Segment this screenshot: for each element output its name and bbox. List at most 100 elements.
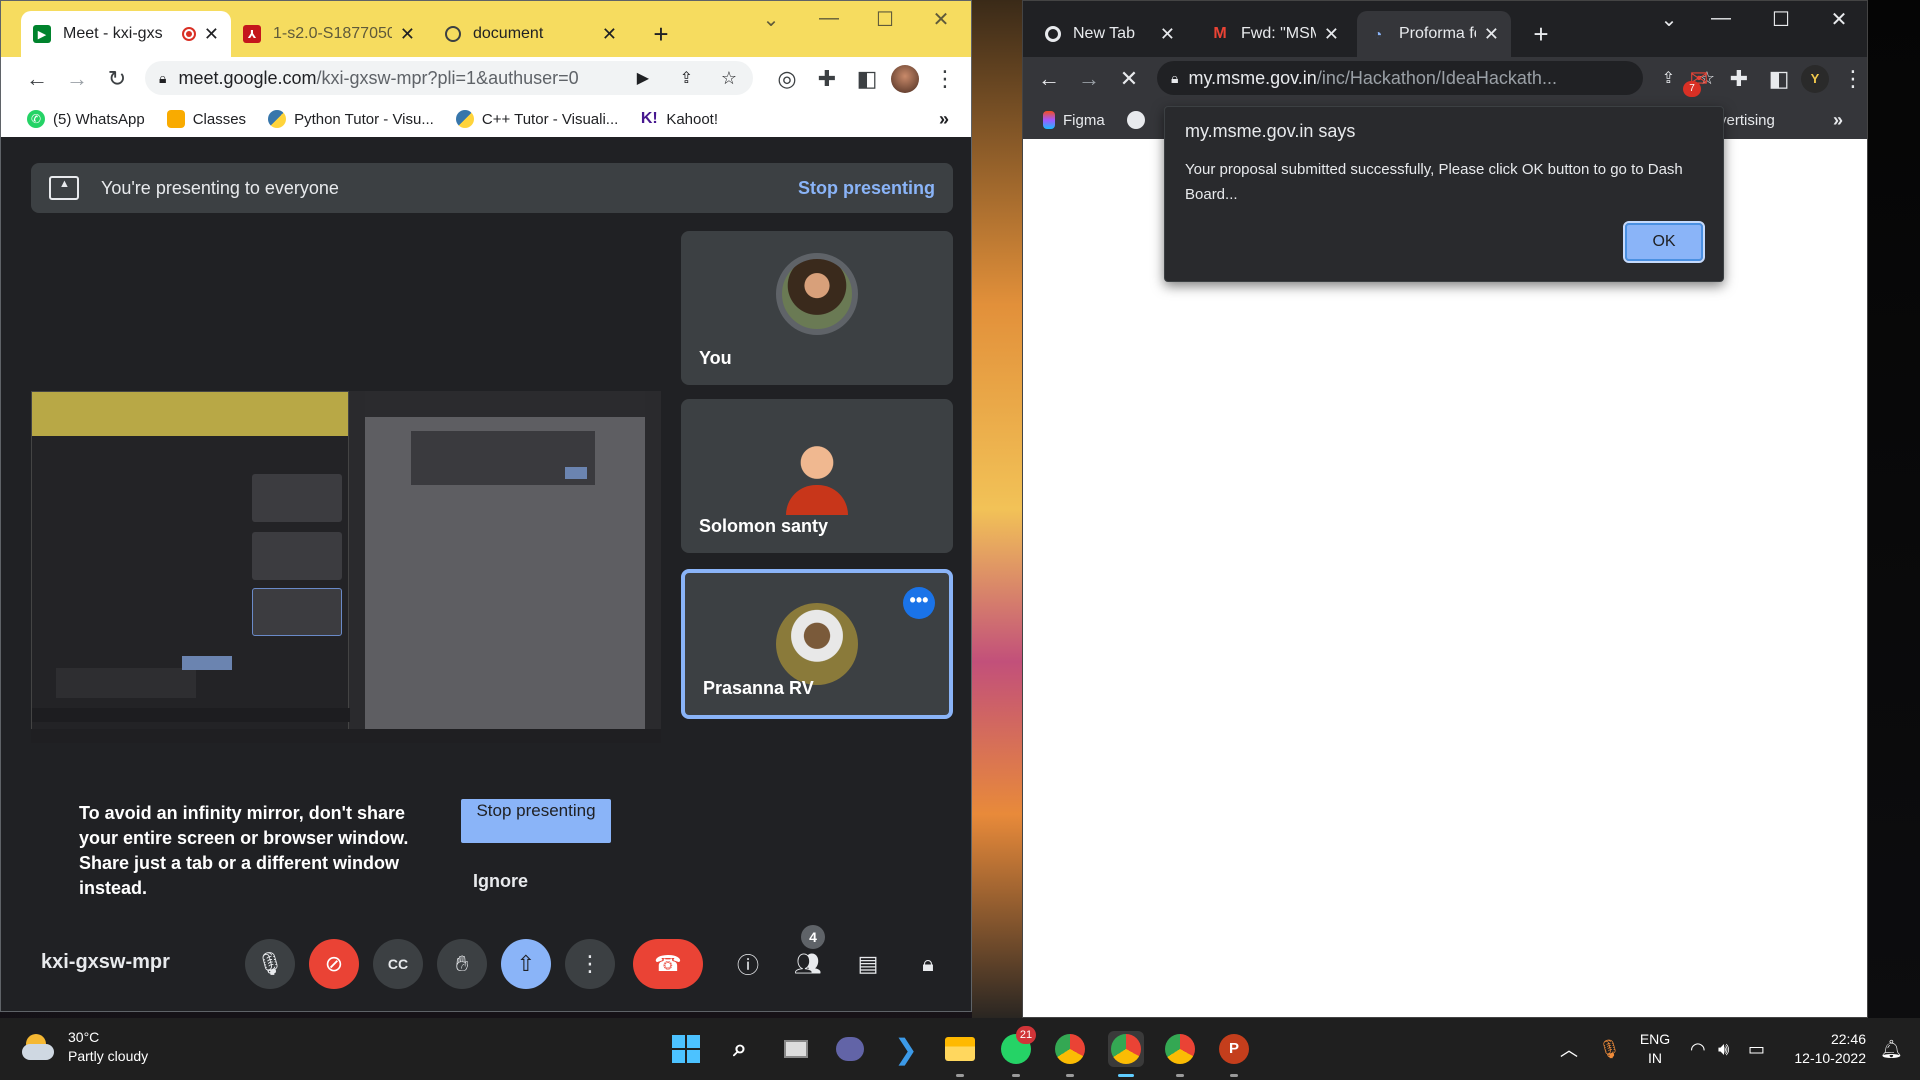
url-host: meet.google.com <box>178 67 317 88</box>
navigation-toolbar: ← → ✕ 🔒︎ my.msme.gov.in/inc/Hackathon/Id… <box>1023 57 1867 101</box>
camera-icon[interactable]: ▶ <box>637 68 649 88</box>
more-options-icon[interactable]: ⋮ <box>565 939 615 989</box>
close-tab-icon[interactable]: ✕ <box>602 24 617 45</box>
camera-off-icon[interactable]: ⊘ <box>309 939 359 989</box>
stop-presenting-link[interactable]: Stop presenting <box>798 178 935 199</box>
menu-icon[interactable]: ⋮ <box>925 59 965 99</box>
bookmark-classes[interactable]: Classes <box>166 110 246 128</box>
extensions-icon[interactable]: ✚ <box>1719 59 1759 99</box>
tab-strip: New Tab ✕ M Fwd: "MSME ✕ ◔ Proforma for … <box>1023 1 1867 65</box>
profile-avatar[interactable]: Y <box>1801 65 1829 93</box>
new-tab-button[interactable]: + <box>641 11 681 57</box>
bookmark-python-tutor[interactable]: Python Tutor - Visu... <box>268 110 434 128</box>
forward-icon[interactable]: → <box>1069 59 1109 99</box>
bookmark-label: (5) WhatsApp <box>53 110 145 128</box>
python-icon <box>268 110 287 128</box>
start-icon[interactable] <box>668 1031 704 1067</box>
close-tab-icon[interactable]: ✕ <box>1484 24 1499 45</box>
close-window-button[interactable]: ✕ <box>1811 7 1867 32</box>
bookmarks-overflow-button[interactable]: » <box>939 109 949 130</box>
powerpoint-icon[interactable]: P <box>1216 1031 1252 1067</box>
search-icon[interactable]: ⌕ <box>722 1031 758 1067</box>
tab-pdf[interactable]: ⅄ 1-s2.0-S18770509 ✕ <box>231 11 427 57</box>
bookmark-star-icon[interactable]: ☆ <box>721 68 737 89</box>
back-icon[interactable]: ← <box>17 59 57 99</box>
captions-icon[interactable]: CC <box>373 939 423 989</box>
date: 12-10-2022 <box>1794 1050 1866 1066</box>
url-path: /kxi-gxsw-mpr?pli=1&authuser=0 <box>316 67 579 88</box>
battery-icon[interactable]: ▭ <box>1748 1018 1765 1080</box>
minimize-button[interactable]: — <box>1693 7 1749 30</box>
more-options-button[interactable]: ••• <box>903 587 935 619</box>
bookmark-figma[interactable]: Figma <box>1043 111 1105 129</box>
close-tab-icon[interactable]: ✕ <box>1324 24 1339 45</box>
teams-chat-icon[interactable] <box>832 1031 868 1067</box>
reload-icon[interactable]: ↻ <box>97 59 137 99</box>
present-screen-button[interactable]: ⇧ <box>501 939 551 989</box>
tab-document[interactable]: document ✕ <box>433 11 629 57</box>
tab-new-tab[interactable]: New Tab ✕ <box>1033 11 1187 57</box>
warning-stop-presenting-button[interactable]: Stop presenting <box>461 799 611 843</box>
chrome-taskbar-icon[interactable] <box>1052 1031 1088 1067</box>
meeting-info-icon[interactable]: ⓘ <box>723 939 773 989</box>
microphone-in-use-icon[interactable]: 🎙︎ <box>1598 1018 1621 1080</box>
volume-icon[interactable]: 🔊︎ <box>1718 1018 1729 1080</box>
new-tab-button[interactable]: + <box>1521 11 1561 57</box>
share-icon[interactable]: ⇪ <box>680 68 693 88</box>
extensions-icon[interactable]: ✚ <box>807 59 847 99</box>
alert-ok-button[interactable]: OK <box>1623 221 1705 263</box>
close-window-button[interactable]: ✕ <box>913 7 969 32</box>
file-explorer-icon[interactable] <box>942 1031 978 1067</box>
forward-icon[interactable]: → <box>57 59 97 99</box>
back-icon[interactable]: ← <box>1029 59 1069 99</box>
host-controls-icon[interactable]: 🔒︎ <box>903 939 953 989</box>
tab-title: Meet - kxi-gxs <box>63 25 163 42</box>
tab-proforma[interactable]: ◔ Proforma for ✕ <box>1357 11 1511 57</box>
clock[interactable]: 22:46 12-10-2022 <box>1790 1030 1866 1068</box>
participant-tile-solomon[interactable]: Solomon santy <box>681 399 953 553</box>
bookmark-kahoot[interactable]: K! Kahoot! <box>640 110 718 128</box>
chrome-profile-taskbar-icon[interactable] <box>1108 1031 1144 1067</box>
vscode-icon[interactable]: ❯ <box>888 1031 924 1067</box>
share-icon[interactable]: ⇪ <box>1662 68 1675 88</box>
screen-capture-icon[interactable]: ◎ <box>767 59 807 99</box>
address-bar[interactable]: 🔒︎ meet.google.com/kxi-gxsw-mpr?pli=1&au… <box>145 61 753 95</box>
leave-call-button[interactable]: ☎︎ <box>633 939 703 989</box>
bookmark-cpp-tutor[interactable]: C++ Tutor - Visuali... <box>455 110 618 128</box>
stop-loading-icon[interactable]: ✕ <box>1109 59 1149 99</box>
weather-widget[interactable]: 30°C Partly cloudy <box>22 1028 148 1066</box>
chat-icon[interactable]: ▤ <box>843 939 893 989</box>
raise-hand-icon[interactable]: ✋︎ <box>437 939 487 989</box>
maximize-button[interactable]: ☐ <box>857 7 913 32</box>
notifications-icon[interactable]: 🔔︎ <box>1880 1018 1903 1080</box>
tab-search-icon[interactable]: ⌄ <box>1641 7 1697 32</box>
tab-search-icon[interactable]: ⌄ <box>743 7 799 32</box>
address-bar[interactable]: 🔒︎ my.msme.gov.in/inc/Hackathon/IdeaHack… <box>1157 61 1715 95</box>
wifi-icon[interactable]: ◠ <box>1690 1018 1706 1080</box>
participant-tile-prasanna[interactable]: ••• Prasanna RV <box>681 569 953 719</box>
tab-meet[interactable]: ▶ Meet - kxi-gxs ✕ <box>21 11 231 57</box>
warning-ignore-button[interactable]: Ignore <box>473 871 528 892</box>
language-indicator[interactable]: ENG IN <box>1638 1018 1672 1080</box>
close-tab-icon[interactable]: ✕ <box>204 24 219 45</box>
show-hidden-icons[interactable]: ︿ <box>1560 1018 1578 1080</box>
minimize-button[interactable]: — <box>801 7 857 30</box>
close-tab-icon[interactable]: ✕ <box>400 24 415 45</box>
side-panel-icon[interactable]: ◧ <box>1759 59 1799 99</box>
menu-icon[interactable]: ⋮ <box>1833 59 1867 99</box>
task-view-icon[interactable] <box>778 1031 814 1067</box>
microphone-icon[interactable]: 🎙︎ <box>245 939 295 989</box>
bookmark-whatsapp[interactable]: ✆ (5) WhatsApp <box>27 110 145 128</box>
chrome-second-profile-icon[interactable] <box>1162 1031 1198 1067</box>
close-tab-icon[interactable]: ✕ <box>1160 24 1175 45</box>
side-panel-icon[interactable]: ◧ <box>847 59 887 99</box>
bookmarks-overflow-button[interactable]: » <box>1833 110 1843 131</box>
profile-avatar[interactable] <box>891 65 919 93</box>
maximize-button[interactable]: ☐ <box>1753 7 1809 32</box>
bookmark-advertising[interactable]: vertising <box>1719 112 1775 129</box>
bookmark-label: Figma <box>1063 111 1105 129</box>
tab-gmail[interactable]: M Fwd: "MSME ✕ <box>1199 11 1351 57</box>
bookmark-github[interactable] <box>1126 111 1153 129</box>
participant-tile-you[interactable]: You <box>681 231 953 385</box>
alert-title: my.msme.gov.in says <box>1185 121 1356 141</box>
